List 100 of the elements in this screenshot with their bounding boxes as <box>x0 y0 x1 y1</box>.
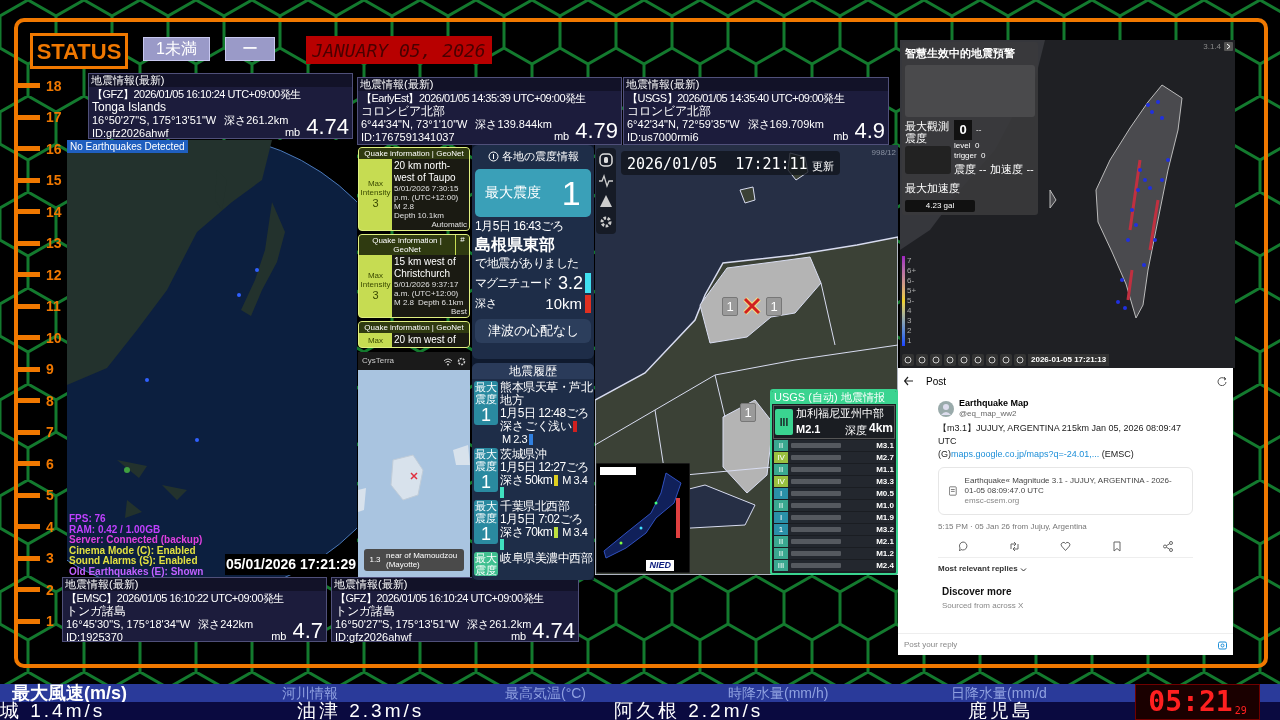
region-name: 熊本県天草・芦北地方 <box>500 381 592 407</box>
intensity-text: 震度 -- <box>954 161 987 177</box>
magnitude-value: 4.79 <box>575 119 618 143</box>
link-title: Earthquake« Magnitude 3.1 - JUJUY, ARGENTINA - 2026-01-05 08:09:47.0 UTC <box>964 476 1173 496</box>
blurred-text <box>791 503 841 508</box>
logo-text: NIED <box>646 560 674 571</box>
blurred-text <box>791 443 841 448</box>
camera-icon[interactable] <box>1218 639 1227 650</box>
ruler-tick <box>18 524 40 530</box>
caret-icon[interactable] <box>1019 566 1027 572</box>
ruler-tick <box>18 272 40 278</box>
badge-label: 最大震度 <box>475 552 497 576</box>
depth-label: 深さ <box>500 420 523 433</box>
app-name: CysTerra <box>362 355 395 367</box>
bookmark-icon[interactable] <box>1112 541 1123 552</box>
waveform-icon[interactable] <box>599 173 613 188</box>
note-text: で地震がありました <box>475 255 580 271</box>
intensity-label: Max Intensity <box>359 270 392 289</box>
document-icon <box>949 485 957 497</box>
magnitude-value: M1.2 <box>876 547 894 560</box>
expand-icon[interactable] <box>1224 42 1233 51</box>
stats-line: Cinema Mode (C): Enabled <box>69 545 196 556</box>
ticker-heading: 最大風速(m/s) <box>12 684 128 702</box>
region-name: 島根県東部 <box>475 235 556 254</box>
back-arrow-icon[interactable] <box>904 376 914 386</box>
magnitude-type: mb <box>553 129 570 143</box>
ticker-heading: 河川情報 <box>282 684 339 701</box>
magnitude-value: M2.7 <box>876 451 894 464</box>
depth-value: 50km <box>525 474 553 487</box>
badge-value: 1 <box>481 472 491 493</box>
stats-line: Sound Alarms (S): Enabled <box>69 556 198 567</box>
ruler-tick <box>18 555 40 561</box>
reply-icon[interactable] <box>958 541 969 552</box>
share-icon[interactable] <box>1162 541 1173 552</box>
intensity-badge: IV <box>774 476 788 487</box>
magnitude-value: M1.1 <box>876 463 894 476</box>
ruler-tick <box>18 240 40 246</box>
stats-line: FPS: 76 <box>69 514 107 525</box>
time-text: 5/01/2026 7:30:15 p.m. (UTC+12:00) <box>394 184 460 202</box>
stats-line: RAM: 0.42 / 1.00GB <box>69 524 162 535</box>
link-preview-card[interactable]: Earthquake« Magnitude 3.1 - JUJUY, ARGENTINA - 2026-01-05 08:09:47.0 UTC emsc-csem.org <box>938 467 1193 515</box>
ruler-number: 4 <box>46 519 54 534</box>
card-header: Quake information | GeoNet <box>371 235 443 255</box>
ruler-tick <box>18 492 40 498</box>
status-badge: ー <box>224 37 275 61</box>
ruler-number: 3 <box>46 551 54 566</box>
ruler-number: 16 <box>46 141 62 156</box>
ruler-number: 10 <box>46 330 62 345</box>
ruler-tick <box>18 461 40 467</box>
layers-icon[interactable] <box>599 153 613 168</box>
ruler-tick <box>18 114 40 120</box>
post-link[interactable]: maps.google.co.jp/maps?q=-24.01,... <box>951 449 1100 459</box>
intensity-label: Max Intensity <box>359 179 392 197</box>
depth-label: 深度 <box>844 423 867 437</box>
region-name: コロンビア北部 <box>627 105 712 118</box>
magnitude-value: M0.5 <box>876 487 894 500</box>
magnitude-type: mb <box>271 629 287 643</box>
card-header: 地震情報(最新) <box>89 74 352 87</box>
clock-seconds: 29 <box>1234 704 1247 718</box>
blurred-text <box>791 491 841 496</box>
max-intensity-label: 最大震度 <box>485 183 542 202</box>
magnitude-value: 3.2 <box>557 273 583 292</box>
depth-text: Depth 6.1km <box>418 298 464 307</box>
scale-label: 4 <box>907 306 913 316</box>
magnitude-type: mb <box>510 629 527 643</box>
magnitude-value: 4.9 <box>854 119 885 143</box>
magnitude-value: M 3.4 <box>562 526 588 539</box>
refresh-icon[interactable] <box>1217 376 1227 386</box>
panel-title: 各地の震度情報 <box>501 149 579 164</box>
ruler-tick <box>18 398 40 404</box>
scale-label: 6- <box>907 276 916 286</box>
magnitude-text: M 2.8 <box>394 298 414 307</box>
replies-sort-dropdown[interactable]: Most relevant replies <box>938 563 1018 575</box>
intensity-badge: IV <box>774 452 788 463</box>
acceleration-text: 加速度 -- <box>990 161 1034 177</box>
ruler-number: 12 <box>46 267 62 282</box>
repost-icon[interactable] <box>1008 541 1020 552</box>
magnitude-value: M1.9 <box>876 511 894 524</box>
region-name: コロンビア北部 <box>361 105 446 118</box>
tsunami-status: 津波の心配なし <box>475 318 591 343</box>
ruler-tick <box>18 83 40 89</box>
place-text: near of Mamoudzou (Mayotte) <box>386 551 459 569</box>
blurred-text <box>791 563 841 568</box>
place-name: 20 km west of <box>394 334 457 346</box>
ruler-tick <box>18 177 40 183</box>
source-line: 【GFZ】2026/01/05 16:10:24 UTC+09:00発生 <box>335 591 544 605</box>
ruler-number: 2 <box>46 582 54 597</box>
heart-icon[interactable] <box>1060 541 1072 552</box>
card-header: 地震情報(最新) <box>332 578 578 591</box>
dash-text: -- <box>976 123 982 136</box>
ticker-value: 城 1.4m/s <box>0 702 106 720</box>
intensity-badge: II <box>774 440 788 451</box>
magnitude-value: M1.0 <box>876 499 894 512</box>
card-header: 地震情報(最新) <box>624 78 888 91</box>
magnitude-value: M3.2 <box>876 523 894 536</box>
depth-value: 70km <box>525 526 553 539</box>
warning-icon[interactable] <box>599 194 613 209</box>
ticker-heading: 時降水量(mm/h) <box>728 684 830 702</box>
quality-text: Best <box>451 307 467 316</box>
panel-title: 智慧生效中的地震預警 <box>905 46 1016 61</box>
